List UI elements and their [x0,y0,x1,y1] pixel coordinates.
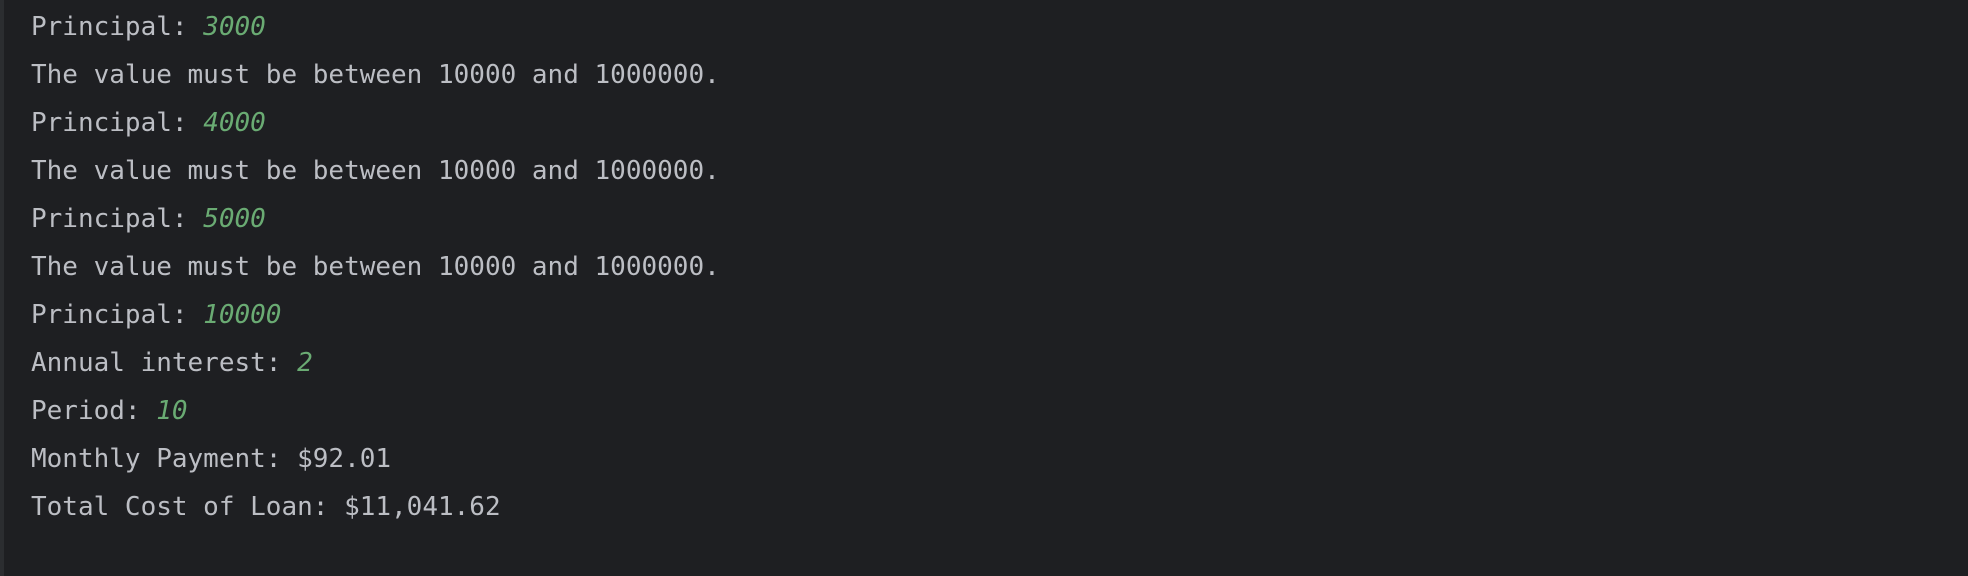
prompt-text: Period: [31,396,157,426]
message-text: The value must be between 10000 and 1000… [31,252,720,282]
console-line: The value must be between 10000 and 1000… [31,55,1948,103]
message-text: The value must be between 10000 and 1000… [31,60,720,90]
run-console[interactable]: Principal: 3000 The value must be betwee… [0,0,1968,576]
console-line: Principal: 3000 [31,7,1948,55]
console-line: The value must be between 10000 and 1000… [31,151,1948,199]
prompt-text: Principal: [31,300,204,330]
user-input-text: 10000 [203,300,282,330]
message-text: The value must be between 10000 and 1000… [31,156,720,186]
prompt-text: Annual interest: [31,348,298,378]
prompt-text: Principal: [31,12,204,42]
prompt-text: Principal: [31,108,204,138]
console-output: Principal: 3000 The value must be betwee… [31,7,1948,535]
console-line: The value must be between 10000 and 1000… [31,247,1948,295]
console-line: Total Cost of Loan: $11,041.62 [31,487,1948,535]
user-input-text: 10 [156,396,188,426]
result-text: Total Cost of Loan: $11,041.62 [31,492,501,522]
console-line: Principal: 10000 [31,295,1948,343]
console-line: Principal: 4000 [31,103,1948,151]
console-line: Monthly Payment: $92.01 [31,439,1948,487]
console-line: Annual interest: 2 [31,343,1948,391]
user-input-text: 2 [297,348,313,378]
result-text: Monthly Payment: $92.01 [31,444,392,474]
console-line: Principal: 5000 [31,199,1948,247]
console-line: Period: 10 [31,391,1948,439]
prompt-text: Principal: [31,204,204,234]
user-input-text: 4000 [203,108,266,138]
user-input-text: 5000 [203,204,266,234]
user-input-text: 3000 [203,12,266,42]
